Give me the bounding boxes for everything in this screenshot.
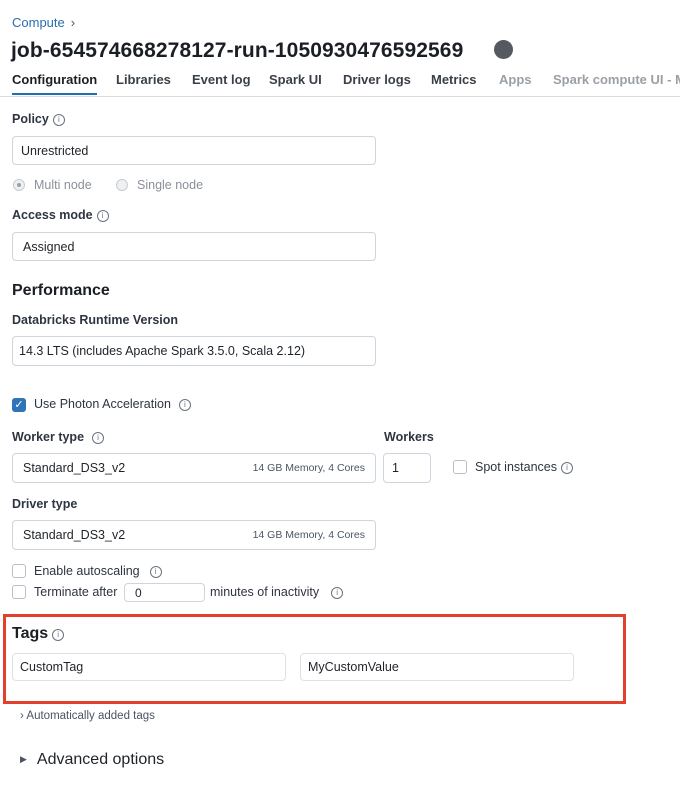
policy-label-text: Policy	[12, 112, 49, 126]
worker-type-select[interactable]: Standard_DS3_v2 14 GB Memory, 4 Cores	[12, 453, 376, 483]
policy-value: Unrestricted	[21, 143, 89, 158]
terminate-suffix: minutes of inactivity i	[210, 585, 344, 599]
tab-driver-logs[interactable]: Driver logs	[343, 72, 411, 87]
driver-type-select[interactable]: Standard_DS3_v2 14 GB Memory, 4 Cores	[12, 520, 376, 550]
tags-heading-text: Tags	[12, 625, 49, 642]
spot-instances-checkbox[interactable]	[453, 460, 467, 474]
info-icon[interactable]: i	[52, 629, 65, 641]
driver-type-spec: 14 GB Memory, 4 Cores	[252, 529, 365, 541]
status-icon	[494, 40, 513, 59]
single-node-radio[interactable]	[116, 179, 128, 191]
info-icon[interactable]: i	[561, 462, 573, 474]
triangle-right-icon: ▶	[20, 754, 27, 764]
driver-type-label: Driver type	[12, 497, 78, 511]
access-mode-label: Access mode i	[12, 208, 109, 222]
access-mode-label-text: Access mode	[12, 208, 93, 222]
runtime-label: Databricks Runtime Version	[12, 313, 179, 327]
tab-metrics[interactable]: Metrics	[431, 72, 477, 87]
chevron-right-icon: ›	[70, 15, 76, 30]
info-icon[interactable]: i	[96, 210, 109, 222]
breadcrumb-compute-link[interactable]: Compute	[12, 15, 65, 30]
tag-value-value: MyCustomValue	[308, 660, 399, 674]
tag-key-input[interactable]: CustomTag	[12, 653, 286, 681]
chevron-right-icon: ›	[20, 710, 24, 722]
performance-heading: Performance	[12, 282, 110, 299]
workers-value: 1	[392, 461, 399, 475]
info-icon[interactable]: i	[52, 114, 65, 126]
access-mode-select[interactable]: Assigned	[12, 232, 376, 261]
multi-node-radio[interactable]	[13, 179, 25, 191]
breadcrumb: Compute ›	[12, 15, 75, 30]
runtime-value: 14.3 LTS (includes Apache Spark 3.5.0, S…	[19, 344, 306, 358]
terminate-suffix-text: minutes of inactivity	[210, 585, 320, 599]
advanced-options-toggle[interactable]: ▶ Advanced options	[20, 751, 164, 769]
tag-value-input[interactable]: MyCustomValue	[300, 653, 574, 681]
page-title: job-654574668278127-run-1050930476592569	[11, 39, 464, 62]
workers-input[interactable]: 1	[383, 453, 431, 483]
tab-event-log[interactable]: Event log	[192, 72, 251, 87]
single-node-label: Single node	[137, 178, 204, 192]
photon-label-text: Use Photon Acceleration	[34, 397, 171, 411]
info-icon[interactable]: i	[178, 399, 191, 411]
driver-type-value: Standard_DS3_v2	[23, 528, 126, 542]
terminate-minutes-input[interactable]: 0	[124, 583, 205, 602]
info-icon[interactable]: i	[331, 587, 344, 599]
photon-checkbox[interactable]: ✓	[12, 398, 26, 412]
runtime-select[interactable]: 14.3 LTS (includes Apache Spark 3.5.0, S…	[12, 336, 376, 366]
terminate-checkbox[interactable]	[12, 585, 26, 599]
tab-bar: Configuration Libraries Event log Spark …	[0, 68, 680, 97]
auto-tags-toggle[interactable]: › Automatically added tags	[20, 710, 155, 722]
terminate-minutes-value: 0	[135, 585, 142, 600]
info-icon[interactable]: i	[149, 566, 162, 578]
access-mode-value: Assigned	[23, 239, 75, 254]
tab-spark-compute-ui[interactable]: Spark compute UI - M	[553, 72, 680, 87]
tab-configuration[interactable]: Configuration	[12, 72, 98, 95]
autoscaling-checkbox[interactable]	[12, 564, 26, 578]
multi-node-label: Multi node	[34, 178, 92, 192]
workers-label: Workers	[384, 430, 434, 444]
tab-libraries[interactable]: Libraries	[116, 72, 171, 87]
autoscaling-label: Enable autoscaling i	[34, 564, 162, 578]
worker-type-spec: 14 GB Memory, 4 Cores	[252, 462, 365, 474]
worker-type-label-text: Worker type	[12, 430, 85, 444]
autoscaling-label-text: Enable autoscaling	[34, 564, 140, 578]
worker-type-value: Standard_DS3_v2	[23, 461, 126, 475]
tags-heading: Tags i	[12, 625, 65, 643]
photon-label: Use Photon Acceleration i	[34, 397, 191, 411]
info-icon[interactable]: i	[92, 432, 105, 444]
tag-key-value: CustomTag	[20, 660, 84, 674]
terminate-prefix: Terminate after	[34, 585, 118, 599]
worker-type-label: Worker type i	[12, 430, 105, 444]
advanced-options-label: Advanced options	[36, 751, 165, 768]
policy-label: Policy i	[12, 112, 65, 126]
tab-spark-ui[interactable]: Spark UI	[269, 72, 322, 87]
policy-select[interactable]: Unrestricted	[12, 136, 376, 165]
spot-instances-label: Spot instances i	[475, 460, 573, 474]
tab-apps[interactable]: Apps	[499, 72, 532, 87]
spot-instances-label-text: Spot instances	[475, 460, 557, 474]
auto-tags-label: Automatically added tags	[26, 710, 155, 722]
